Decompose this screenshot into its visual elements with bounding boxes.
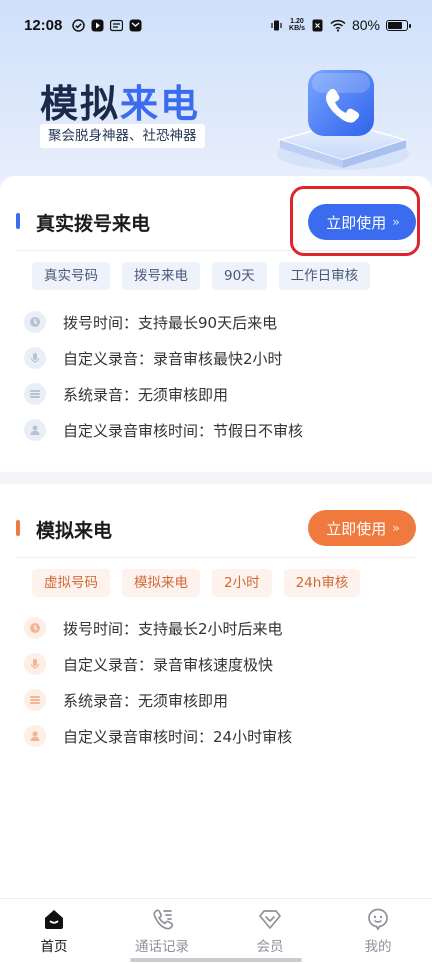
clock-icon — [24, 311, 46, 333]
double-chevron-right-icon: ›› — [392, 215, 399, 229]
app-title-part2: 来电 — [120, 82, 201, 126]
check-circle-icon — [72, 18, 86, 32]
vibrate-icon — [270, 19, 283, 32]
tag: 24h审核 — [283, 569, 361, 597]
simulated-call-card: 模拟来电 立即使用 ›› 虚拟号码 模拟来电 2小时 24h审核 拨号时间：支持… — [0, 484, 432, 898]
profile-icon — [366, 907, 390, 931]
real-dial-use-button[interactable]: 立即使用 ›› — [308, 204, 416, 240]
feature-item: 自定义录音：录音审核最快2小时 — [24, 340, 303, 376]
tab-call-log-label: 通话记录 — [135, 939, 189, 955]
status-bar: 12:08 1.20 KB/s 80% — [0, 0, 432, 50]
feature-text: 自定义录音审核时间：24小时审核 — [63, 727, 293, 746]
feature-text: 拨号时间：支持最长90天后来电 — [63, 313, 278, 332]
feature-item: 系统录音：无须审核即用 — [24, 376, 303, 412]
feature-item: 自定义录音审核时间：节假日不审核 — [24, 412, 303, 448]
tag: 虚拟号码 — [32, 569, 110, 597]
double-chevron-right-icon: ›› — [392, 521, 399, 535]
clock-icon — [24, 617, 46, 639]
diamond-icon — [258, 907, 282, 931]
phone-illustration — [268, 58, 418, 176]
bottom-tab-bar: 首页 通话记录 会员 我的 — [0, 898, 432, 964]
tab-call-log[interactable]: 通话记录 — [108, 899, 216, 964]
video-app-icon — [110, 19, 124, 32]
feature-text: 系统录音：无须审核即用 — [63, 691, 229, 710]
status-time: 12:08 — [24, 16, 63, 34]
app-subtitle: 聚会脱身神器、社恐神器 — [40, 124, 205, 148]
feature-text: 系统录音：无须审核即用 — [63, 385, 229, 404]
person-icon — [24, 725, 46, 747]
feature-item: 自定义录音审核时间：24小时审核 — [24, 718, 292, 754]
feature-text: 自定义录音审核时间：节假日不审核 — [63, 421, 304, 440]
home-indicator — [130, 958, 302, 962]
real-dial-accent-bar — [16, 213, 20, 229]
tab-profile[interactable]: 我的 — [324, 899, 432, 964]
network-speed-value: 1.20 — [290, 18, 304, 25]
tab-home-label: 首页 — [40, 939, 68, 955]
real-dial-card: 真实拨号来电 立即使用 ›› 真实号码 拨号来电 90天 工作日审核 拨号时间：… — [0, 176, 432, 472]
tab-profile-label: 我的 — [364, 939, 392, 955]
app-title: 模拟来电 — [40, 73, 200, 128]
no-sim-icon — [311, 19, 324, 32]
real-dial-tags: 真实号码 拨号来电 90天 工作日审核 — [32, 262, 371, 290]
feature-item: 系统录音：无须审核即用 — [24, 682, 292, 718]
feature-item: 自定义录音：录音审核速度极快 — [24, 646, 292, 682]
wifi-icon — [330, 19, 346, 32]
tab-membership[interactable]: 会员 — [216, 899, 324, 964]
feature-text: 自定义录音：录音审核速度极快 — [63, 655, 274, 674]
tag: 90天 — [212, 262, 267, 290]
real-dial-divider — [16, 250, 416, 251]
simulated-call-accent-bar — [16, 520, 20, 536]
network-speed: 1.20 KB/s — [289, 18, 305, 32]
feature-item: 拨号时间：支持最长90天后来电 — [24, 304, 303, 340]
microphone-icon — [24, 347, 46, 369]
feature-text: 拨号时间：支持最长2小时后来电 — [63, 619, 283, 638]
network-speed-unit: KB/s — [289, 25, 305, 32]
simulated-call-title: 模拟来电 — [36, 520, 113, 542]
message-app-icon — [129, 19, 142, 32]
tab-home[interactable]: 首页 — [0, 899, 108, 964]
app-title-part1: 模拟 — [40, 82, 121, 126]
microphone-icon — [24, 653, 46, 675]
feature-text: 自定义录音：录音审核最快2小时 — [63, 349, 283, 368]
simulated-call-features: 拨号时间：支持最长2小时后来电 自定义录音：录音审核速度极快 系统录音：无须审核… — [24, 610, 292, 754]
tag: 工作日审核 — [278, 262, 371, 290]
feature-item: 拨号时间：支持最长2小时后来电 — [24, 610, 292, 646]
simulated-call-divider — [16, 557, 416, 558]
home-icon — [42, 907, 66, 931]
person-icon — [24, 419, 46, 441]
real-dial-features: 拨号时间：支持最长90天后来电 自定义录音：录音审核最快2小时 系统录音：无须审… — [24, 304, 303, 448]
simulated-call-use-button-label: 立即使用 — [326, 519, 387, 538]
tag: 拨号来电 — [122, 262, 200, 290]
simulated-call-tags: 虚拟号码 模拟来电 2小时 24h审核 — [32, 569, 361, 597]
simulated-call-use-button[interactable]: 立即使用 ›› — [308, 510, 416, 546]
tag: 模拟来电 — [122, 569, 200, 597]
real-dial-title: 真实拨号来电 — [36, 213, 151, 235]
play-app-icon — [91, 19, 104, 32]
call-log-icon — [150, 907, 174, 931]
tag: 真实号码 — [32, 262, 110, 290]
tag: 2小时 — [212, 569, 272, 597]
list-icon — [24, 383, 46, 405]
battery-icon — [386, 19, 411, 31]
list-icon — [24, 689, 46, 711]
tab-membership-label: 会员 — [256, 939, 284, 955]
real-dial-use-button-label: 立即使用 — [326, 213, 387, 232]
battery-percent: 80% — [351, 17, 380, 33]
